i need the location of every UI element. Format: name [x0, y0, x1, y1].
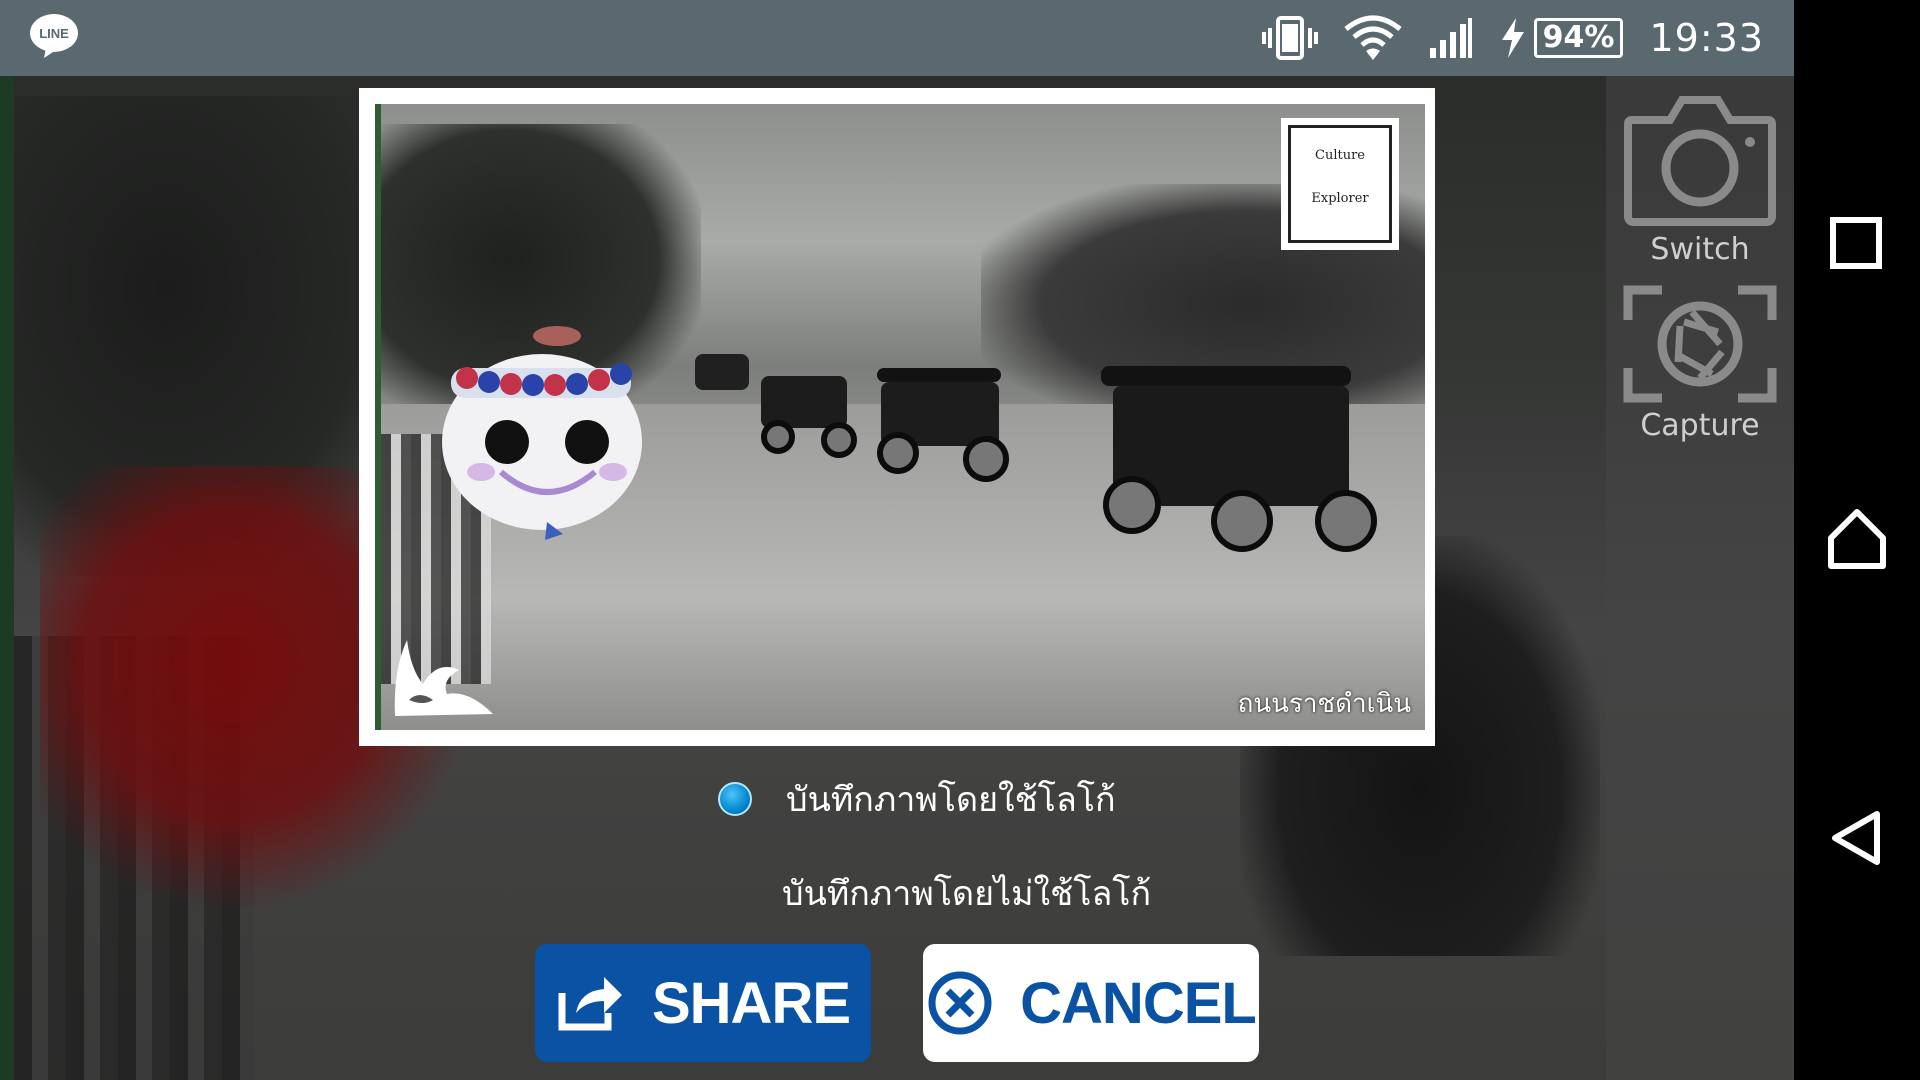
switch-label: Switch [1650, 232, 1750, 267]
option-with-logo-label: บันทึกภาพโดยใช้โลโก้ [786, 780, 1116, 820]
photo-car-far [761, 376, 857, 458]
battery-icon: 94% [1533, 18, 1624, 58]
culture-explorer-stamp: Culture Explorer [1281, 118, 1399, 250]
battery-percent: 94% [1542, 20, 1615, 55]
radio-selected-icon[interactable] [718, 782, 752, 816]
wifi-icon [1344, 15, 1402, 60]
navigation-bar [1794, 0, 1920, 1080]
line-app-label: LINE [39, 26, 69, 41]
switch-camera-button[interactable]: Switch [1606, 90, 1794, 267]
captured-photo: Culture Explorer ถนนราชดำเนิน [375, 104, 1425, 730]
vibrate-icon [1261, 16, 1318, 60]
captured-photo-frame: Culture Explorer ถนนราชดำเนิน [359, 88, 1435, 746]
signal-icon [1429, 18, 1472, 58]
photo-car-large [1101, 366, 1377, 552]
radio-unselected-icon[interactable] [718, 878, 748, 908]
option-without-logo[interactable]: บันทึกภาพโดยไม่ใช้โลโก้ [718, 866, 1151, 920]
stamp-bottom-text: Explorer [1311, 191, 1369, 206]
cancel-button[interactable]: CANCEL [923, 944, 1259, 1062]
recent-apps-icon[interactable] [1827, 216, 1887, 270]
share-icon [558, 977, 622, 1031]
share-label: SHARE [651, 970, 851, 1036]
camera-switch-icon [1624, 96, 1776, 226]
back-icon[interactable] [1827, 810, 1887, 866]
capture-icon [1623, 285, 1777, 403]
option-without-logo-label: บันทึกภาพโดยไม่ใช้โลโก้ [782, 874, 1152, 914]
cancel-label: CANCEL [1020, 970, 1257, 1036]
thai-ornament-logo [394, 640, 493, 716]
option-with-logo[interactable]: บันทึกภาพโดยใช้โลโก้ [718, 772, 1116, 826]
home-icon[interactable] [1827, 508, 1887, 570]
capture-label: Capture [1640, 408, 1760, 443]
stamp-top-text: Culture [1315, 148, 1365, 163]
photo-car-distant [695, 354, 751, 398]
camera-side-panel: Switch Capture [1606, 76, 1794, 1080]
capture-button[interactable]: Capture [1606, 282, 1794, 443]
photo-caption: ถนนราชดำเนิน [1237, 689, 1411, 719]
clock: 19:33 [1649, 16, 1764, 60]
status-bar: LINE 94% 19:33 [0, 0, 1794, 76]
share-button[interactable]: SHARE [535, 944, 871, 1062]
photo-car-middle [877, 368, 1009, 482]
charging-icon [1501, 18, 1524, 58]
line-app-icon: LINE [30, 14, 78, 58]
cancel-x-icon [928, 971, 992, 1035]
preview-edge [0, 76, 14, 1080]
mascot-sticker [442, 326, 642, 540]
